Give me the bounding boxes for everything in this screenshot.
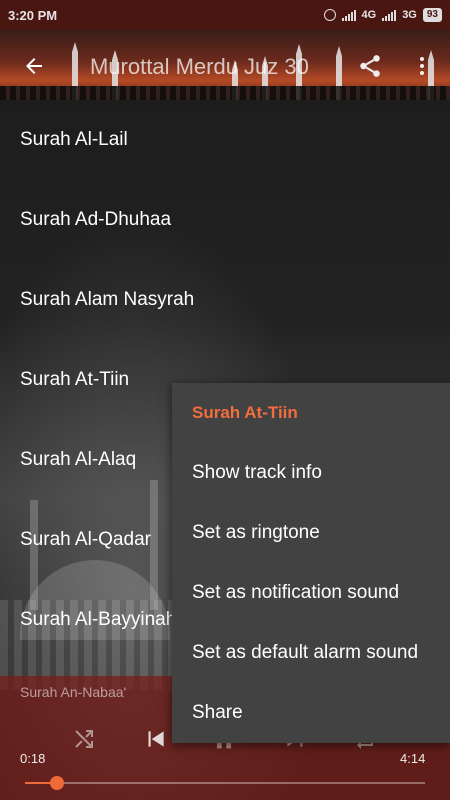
context-menu: Surah At-Tiin Show track info Set as rin…: [172, 383, 450, 743]
back-button[interactable]: [16, 52, 52, 80]
skip-previous-icon: [148, 731, 164, 747]
menu-item-set-notification-sound[interactable]: Set as notification sound: [172, 563, 450, 623]
shuffle-icon: [75, 730, 93, 748]
menu-item-set-alarm-sound[interactable]: Set as default alarm sound: [172, 623, 450, 683]
battery-indicator: 93: [422, 8, 442, 22]
list-item[interactable]: Surah Ad-Dhuhaa: [0, 180, 450, 260]
share-button[interactable]: [354, 50, 386, 82]
menu-item-share[interactable]: Share: [172, 683, 450, 743]
list-item[interactable]: Surah Al-Lail: [0, 100, 450, 180]
menu-item-set-ringtone[interactable]: Set as ringtone: [172, 503, 450, 563]
alarm-icon: [323, 9, 336, 21]
network-type: 4G: [361, 9, 377, 21]
status-time: 3:20 PM: [8, 7, 58, 23]
progress-bar[interactable]: [25, 776, 425, 790]
current-time: 0:18: [20, 751, 46, 766]
share-icon: [360, 55, 380, 77]
list-item[interactable]: Surah Alam Nasyrah: [0, 260, 450, 340]
context-menu-title: Surah At-Tiin: [192, 403, 298, 422]
network-type: 3G: [402, 9, 417, 21]
progress-thumb[interactable]: [50, 776, 64, 790]
signal-icon: [341, 9, 356, 21]
signal-icon: [382, 9, 397, 21]
arrow-left-icon: [26, 58, 42, 74]
more-vert-icon[interactable]: [410, 50, 434, 82]
menu-item-show-track-info[interactable]: Show track info: [172, 443, 450, 503]
now-playing-title: Surah An-Nabaa': [20, 684, 127, 700]
shuffle-button[interactable]: [68, 724, 100, 754]
app-bar: Murottal Merdu Juz 30: [0, 30, 450, 100]
total-time: 4:14: [400, 751, 426, 766]
previous-button[interactable]: [139, 724, 171, 754]
city-silhouette: [0, 86, 450, 100]
page-title: Murottal Merdu Juz 30: [90, 54, 309, 79]
status-bar: 3:20 PM 4G 3G 93: [0, 0, 450, 30]
